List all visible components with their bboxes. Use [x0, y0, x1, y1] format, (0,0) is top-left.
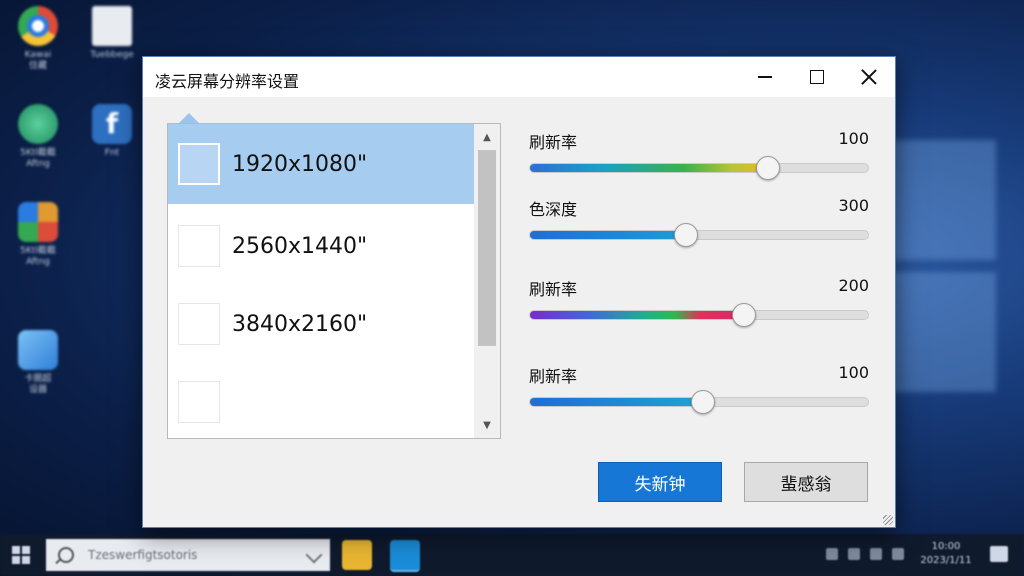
item-checkbox[interactable]: [178, 225, 220, 267]
network-icon[interactable]: [848, 548, 860, 560]
slider-value: 100: [838, 129, 869, 148]
taskbar-clock[interactable]: 10:00 2023/1/11: [916, 540, 976, 568]
slider-value: 300: [838, 196, 869, 215]
item-checkbox[interactable]: [178, 143, 220, 185]
resolution-item-2560x1440[interactable]: 2560x1440": [168, 206, 474, 286]
slider-row-refresh-rate-3: 刷新率 100: [529, 363, 869, 419]
chevron-up-icon[interactable]: [826, 548, 838, 560]
system-tray: [826, 548, 904, 560]
resize-grip-icon[interactable]: [883, 515, 893, 525]
item-checkbox[interactable]: [178, 303, 220, 345]
slider-value: 100: [838, 363, 869, 382]
app-icon: [18, 330, 58, 370]
slider-thumb[interactable]: [674, 223, 699, 247]
slider-thumb[interactable]: [755, 156, 780, 180]
scroll-down-arrow-icon[interactable]: ▼: [474, 414, 500, 436]
slider-label: 刷新率: [529, 280, 578, 299]
resolution-label: 2560x1440": [232, 233, 368, 259]
resolution-item-empty[interactable]: [168, 362, 474, 438]
battery-icon[interactable]: [892, 548, 904, 560]
slider-value: 200: [838, 276, 869, 295]
dialog-titlebar[interactable]: 凌云屏幕分辨率设置: [143, 57, 895, 97]
slider-row-refresh-rate-2: 刷新率 200: [529, 276, 869, 332]
slider-label: 色深度: [529, 200, 578, 219]
list-pointer-arrow: [179, 113, 199, 123]
list-scrollbar[interactable]: ▲ ▼: [474, 124, 500, 438]
resolution-settings-dialog: 凌云屏幕分辨率设置 1920x1080" 2560x1440" 3840x216…: [142, 56, 896, 528]
desktop-icon-app-1[interactable]: 5Ktl截截 Aftng: [8, 104, 68, 170]
taskbar: Tzeswerfigtsotoris 10:00 2023/1/11: [0, 534, 1024, 576]
chrome-icon: [18, 6, 58, 46]
taskbar-search-box[interactable]: Tzeswerfigtsotoris: [46, 539, 330, 571]
file-explorer-icon[interactable]: [342, 540, 372, 570]
resolution-label: 1920x1080": [232, 151, 368, 177]
globe-icon: [18, 104, 58, 144]
clock-time: 10:00: [931, 541, 961, 552]
slider-fill: [530, 164, 767, 172]
notification-icon[interactable]: [990, 546, 1008, 562]
resolution-item-1920x1080[interactable]: 1920x1080": [168, 124, 474, 204]
start-button[interactable]: [12, 546, 30, 564]
dialog-title: 凌云屏幕分辨率设置: [155, 72, 300, 91]
clock-date: 2023/1/11: [920, 555, 972, 566]
desktop-icon-file[interactable]: Tuebbege: [82, 6, 142, 61]
resolution-label: 3840x2160": [232, 311, 368, 337]
minimize-button[interactable]: [739, 57, 791, 97]
slider-label: 刷新率: [529, 367, 578, 386]
item-checkbox[interactable]: [178, 381, 220, 423]
resolution-list: 1920x1080" 2560x1440" 3840x2160" ▲ ▼: [167, 123, 501, 439]
slider-track[interactable]: [529, 390, 869, 414]
microphone-icon[interactable]: [305, 546, 323, 564]
slider-track[interactable]: [529, 223, 869, 247]
scroll-thumb[interactable]: [478, 150, 496, 346]
office-icon: [18, 202, 58, 242]
slider-label: 刷新率: [529, 133, 578, 152]
scroll-up-arrow-icon[interactable]: ▲: [474, 126, 500, 148]
slider-track[interactable]: [529, 303, 869, 327]
slider-fill: [530, 311, 743, 319]
slider-row-refresh-rate-1: 刷新率 100: [529, 129, 869, 185]
desktop-icon-app-3[interactable]: 卡圈超 设器: [8, 330, 68, 396]
document-icon: [92, 6, 132, 46]
slider-row-color-depth: 色深度 300: [529, 196, 869, 252]
volume-icon[interactable]: [870, 548, 882, 560]
minimize-icon: [758, 76, 772, 78]
windows-icon: [12, 546, 20, 554]
close-icon: [861, 69, 877, 85]
search-icon: [58, 547, 74, 563]
edge-icon[interactable]: [390, 540, 420, 572]
slider-thumb[interactable]: [691, 390, 716, 414]
resolution-item-3840x2160[interactable]: 3840x2160": [168, 284, 474, 364]
slider-thumb[interactable]: [731, 303, 756, 327]
close-button[interactable]: [843, 57, 895, 97]
desktop-icon-chrome[interactable]: Kawai 住藏: [8, 6, 68, 72]
maximize-button[interactable]: [791, 57, 843, 97]
slider-fill: [530, 398, 703, 406]
desktop-icon-facebook[interactable]: f Fnt: [82, 104, 142, 159]
slider-track[interactable]: [529, 156, 869, 180]
cancel-button[interactable]: 蜚感翁: [744, 462, 868, 502]
facebook-icon: f: [92, 104, 132, 144]
slider-fill: [530, 231, 686, 239]
taskbar-search-placeholder: Tzeswerfigtsotoris: [88, 548, 198, 562]
ok-button[interactable]: 失新钟: [598, 462, 722, 502]
desktop-icon-app-2[interactable]: 5Ktl截截 Aftng: [8, 202, 68, 268]
maximize-icon: [810, 70, 824, 84]
